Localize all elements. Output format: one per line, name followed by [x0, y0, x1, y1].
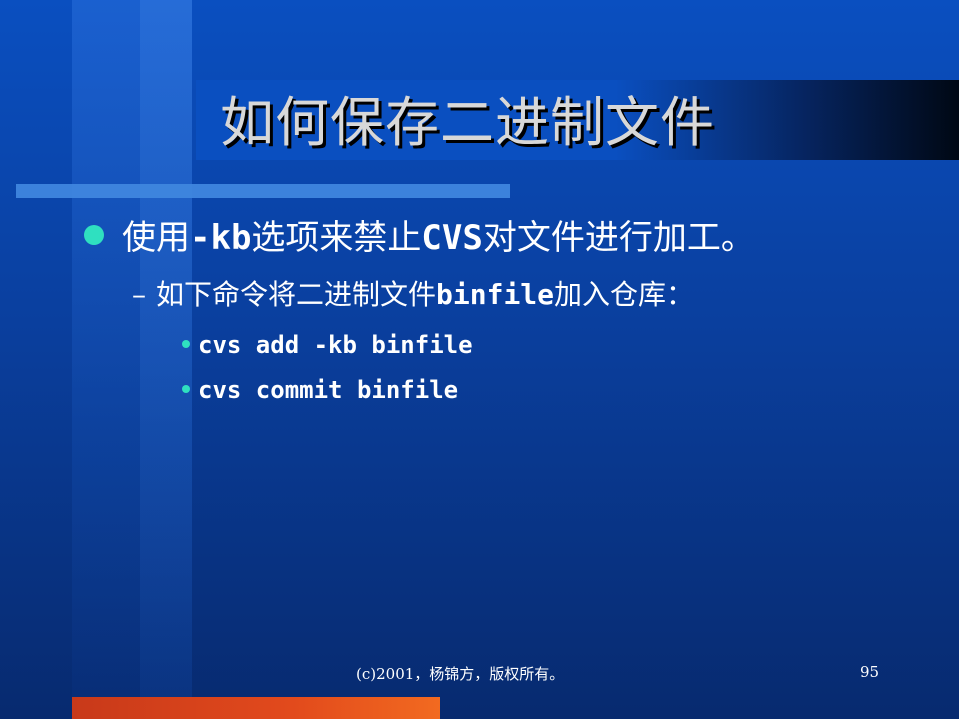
slide-title: 如何保存二进制文件 — [220, 91, 715, 154]
bullet2-suffix: 加入仓库： — [554, 278, 695, 311]
slide: 如何保存二进制文件 使用-kb选项来禁止CVS对文件进行加工。 – 如下命令将二进… — [0, 0, 959, 719]
bullet1-code2: CVS — [421, 218, 483, 258]
bullet1-middle: 选项来禁止 — [251, 218, 422, 258]
small-bullet-icon — [182, 385, 190, 393]
accent-stripe — [16, 184, 510, 198]
small-bullet-icon — [182, 340, 190, 348]
bullet1-prefix: 使用 — [122, 218, 190, 258]
command-line-1: cvs add -kb binfile — [182, 328, 473, 362]
bottom-accent-bar — [72, 697, 440, 719]
sub-bullet-item: – 如下命令将二进制文件binfile加入仓库： — [132, 275, 694, 315]
bullet1-code: -kb — [190, 218, 252, 258]
bullet-dot-icon — [84, 225, 104, 245]
page-number: 95 — [860, 663, 880, 681]
command-line-2: cvs commit binfile — [182, 373, 458, 407]
bullet2-code: binfile — [436, 278, 555, 311]
bullet2-prefix: 如下命令将二进制文件 — [156, 278, 437, 311]
footer-copyright: (c)2001，杨锦方，版权所有。 — [356, 665, 565, 683]
command-text: cvs commit binfile — [198, 376, 459, 404]
command-text: cvs add -kb binfile — [198, 331, 473, 359]
bullet-item-1: 使用-kb选项来禁止CVS对文件进行加工。 — [84, 214, 755, 262]
dash-icon: – — [132, 278, 146, 311]
bullet1-suffix: 对文件进行加工。 — [482, 218, 755, 258]
